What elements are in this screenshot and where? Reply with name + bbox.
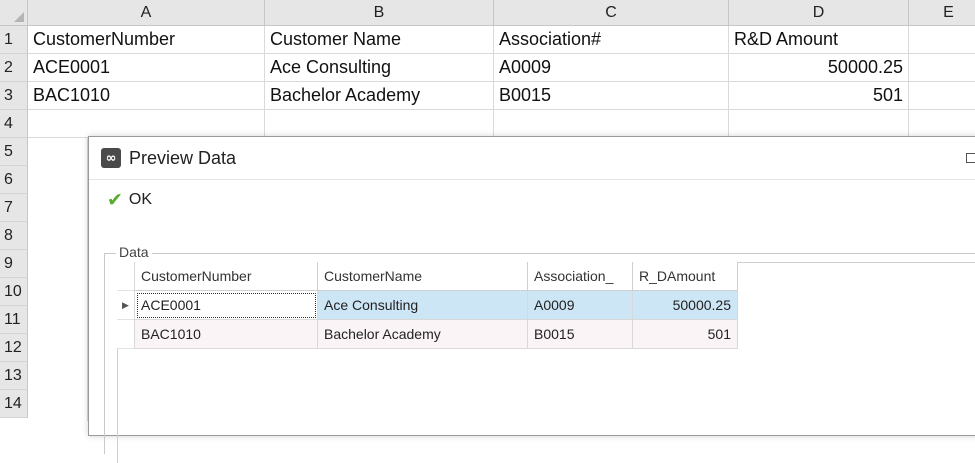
cell-e1[interactable] (909, 26, 975, 54)
grid-corner (117, 262, 135, 291)
column-header-e[interactable]: E (909, 0, 975, 26)
cell-d3[interactable]: 501 (729, 82, 909, 110)
grid-cell[interactable]: B0015 (528, 320, 633, 349)
row-header[interactable]: 7 (0, 194, 28, 222)
cell-d1[interactable]: R&D Amount (729, 26, 909, 54)
cell-d4[interactable] (729, 110, 909, 138)
cell-c2[interactable]: A0009 (494, 54, 729, 82)
cell-a1[interactable]: CustomerNumber (28, 26, 265, 54)
ok-button[interactable]: ✔ OK (107, 189, 152, 211)
row-indicator (117, 320, 135, 349)
grid-cell[interactable]: BAC1010 (135, 320, 318, 349)
row-header[interactable]: 2 (0, 54, 28, 82)
dialog-titlebar[interactable]: ∞ Preview Data (89, 137, 975, 180)
cell-c4[interactable] (494, 110, 729, 138)
cell-b3[interactable]: Bachelor Academy (265, 82, 494, 110)
ok-label: OK (128, 191, 153, 208)
cell-e2[interactable] (909, 54, 975, 82)
link-icon: ∞ (101, 148, 121, 168)
grid-cell[interactable]: Ace Consulting (318, 291, 528, 320)
column-header-b[interactable]: B (265, 0, 494, 26)
data-group-label: Data (116, 244, 152, 260)
row-header[interactable]: 12 (0, 334, 28, 362)
dialog-title: Preview Data (129, 147, 237, 168)
row-header[interactable]: 4 (0, 110, 28, 138)
grid-cell[interactable]: A0009 (528, 291, 633, 320)
maximize-icon[interactable] (966, 153, 975, 163)
grid-cell[interactable]: ACE0001 (135, 291, 318, 320)
cell-c1[interactable]: Association# (494, 26, 729, 54)
row-header[interactable]: 5 (0, 138, 28, 166)
row-header[interactable]: 3 (0, 82, 28, 110)
cell-d2[interactable]: 50000.25 (729, 54, 909, 82)
row-header[interactable]: 14 (0, 390, 28, 418)
grid-header-customername[interactable]: CustomerName (318, 262, 528, 291)
grid-cell[interactable]: Bachelor Academy (318, 320, 528, 349)
cell-e3[interactable] (909, 82, 975, 110)
column-a-strip[interactable] (28, 138, 88, 421)
grid-header-customernumber[interactable]: CustomerNumber (135, 262, 318, 291)
cell-b2[interactable]: Ace Consulting (265, 54, 494, 82)
cell-e4[interactable] (909, 110, 975, 138)
cell-b1[interactable]: Customer Name (265, 26, 494, 54)
row-header[interactable]: 9 (0, 250, 28, 278)
select-all-corner[interactable] (0, 0, 28, 26)
cell-a4[interactable] (28, 110, 265, 138)
cell-b4[interactable] (265, 110, 494, 138)
grid-cell[interactable]: 50000.25 (633, 291, 738, 320)
row-header[interactable]: 8 (0, 222, 28, 250)
checkmark-icon: ✔ (107, 189, 123, 211)
column-header-a[interactable]: A (28, 0, 265, 26)
row-header[interactable]: 1 (0, 26, 28, 54)
grid-header-association[interactable]: Association_ (528, 262, 633, 291)
row-indicator-arrow-icon: ▶ (117, 291, 135, 320)
grid-header-rdamount[interactable]: R_DAmount (633, 262, 738, 291)
column-header-d[interactable]: D (729, 0, 909, 26)
grid-cell[interactable]: 501 (633, 320, 738, 349)
cell-a2[interactable]: ACE0001 (28, 54, 265, 82)
row-header[interactable]: 6 (0, 166, 28, 194)
row-header[interactable]: 10 (0, 278, 28, 306)
cell-c3[interactable]: B0015 (494, 82, 729, 110)
row-header[interactable]: 13 (0, 362, 28, 390)
cell-a3[interactable]: BAC1010 (28, 82, 265, 110)
row-header[interactable]: 11 (0, 306, 28, 334)
column-header-c[interactable]: C (494, 0, 729, 26)
